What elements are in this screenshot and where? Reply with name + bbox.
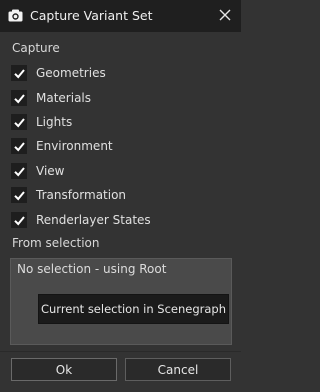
- checkbox-box[interactable]: [11, 187, 27, 203]
- selection-status: No selection - using Root: [17, 262, 167, 276]
- checkmark-icon: [13, 215, 25, 225]
- checkmark-icon: [13, 117, 25, 127]
- checkbox-geometries[interactable]: Geometries: [11, 64, 106, 82]
- checkbox-lights[interactable]: Lights: [11, 113, 72, 131]
- divider: [0, 351, 241, 352]
- close-icon[interactable]: [217, 7, 233, 23]
- checkbox-environment[interactable]: Environment: [11, 137, 113, 155]
- checkmark-icon: [13, 141, 25, 151]
- checkbox-view[interactable]: View: [11, 162, 64, 180]
- checkbox-transformation[interactable]: Transformation: [11, 186, 126, 204]
- selection-panel: No selection - using Root Current select…: [10, 258, 232, 345]
- cancel-button[interactable]: Cancel: [125, 358, 231, 381]
- checkbox-box[interactable]: [11, 163, 27, 179]
- checkmark-icon: [13, 190, 25, 200]
- checkbox-box[interactable]: [11, 212, 27, 228]
- checkbox-label: Environment: [36, 139, 113, 153]
- checkbox-materials[interactable]: Materials: [11, 89, 91, 107]
- window-title: Capture Variant Set: [30, 8, 153, 23]
- checkbox-label: Geometries: [36, 66, 106, 80]
- checkbox-label: Renderlayer States: [36, 213, 151, 227]
- checkbox-box[interactable]: [11, 114, 27, 130]
- ok-button[interactable]: Ok: [11, 358, 117, 381]
- checkbox-label: Materials: [36, 91, 92, 105]
- checkmark-icon: [13, 166, 25, 176]
- checkbox-label: View: [36, 164, 65, 178]
- checkmark-icon: [13, 68, 25, 78]
- checkbox-renderlayer-states[interactable]: Renderlayer States: [11, 211, 151, 229]
- checkbox-label: Lights: [36, 115, 73, 129]
- current-selection-button[interactable]: Current selection in Scenegraph: [38, 294, 229, 324]
- checkbox-label: Transformation: [36, 188, 127, 202]
- title-bar: Capture Variant Set: [0, 0, 241, 32]
- checkbox-box[interactable]: [11, 90, 27, 106]
- camera-icon: [8, 9, 23, 22]
- checkbox-box[interactable]: [11, 65, 27, 81]
- capture-heading: Capture: [12, 41, 60, 55]
- checkmark-icon: [13, 93, 25, 103]
- checkbox-box[interactable]: [11, 138, 27, 154]
- from-selection-heading: From selection: [12, 236, 100, 250]
